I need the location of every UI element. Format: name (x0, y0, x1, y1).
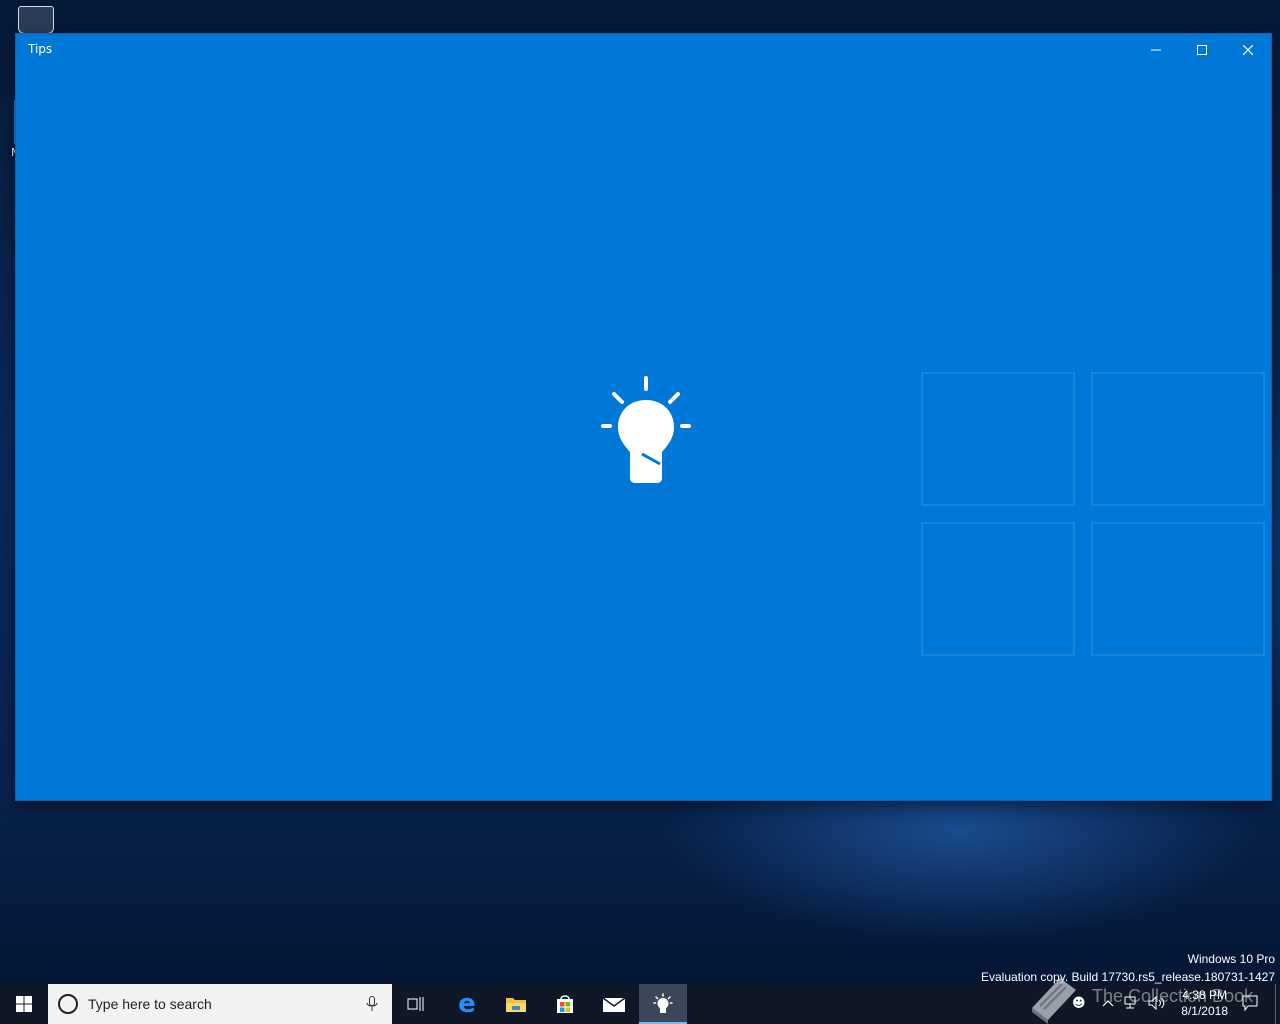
window-title: Tips (28, 42, 53, 56)
mail-icon (602, 997, 626, 1012)
book-logo-icon (1032, 978, 1076, 1024)
start-button[interactable] (0, 984, 48, 1024)
microphone-icon[interactable] (366, 996, 378, 1012)
taskbar-edge-button[interactable]: e (443, 984, 491, 1024)
close-button[interactable] (1225, 34, 1271, 66)
file-explorer-icon (506, 998, 526, 1012)
tips-window: Tips (16, 34, 1271, 800)
edge-icon: e (458, 989, 476, 1019)
close-icon (1243, 45, 1253, 55)
minimize-icon (1151, 49, 1161, 51)
minimize-button[interactable] (1133, 34, 1179, 66)
maximize-icon (1197, 45, 1207, 55)
task-view-icon (407, 997, 424, 1011)
taskbar-store-button[interactable] (541, 984, 589, 1024)
taskbar-tips-button[interactable] (639, 984, 687, 1024)
task-view-button[interactable] (392, 984, 440, 1024)
show-desktop-button[interactable] (1275, 984, 1280, 1024)
search-placeholder: Type here to search (88, 996, 212, 1012)
taskbar-mail-button[interactable] (590, 984, 638, 1024)
recycle-bin-icon (18, 6, 54, 34)
title-bar[interactable]: Tips (16, 34, 1271, 66)
store-icon (557, 995, 573, 1013)
background-windows-logo (901, 352, 1271, 682)
taskbar-file-explorer-button[interactable] (492, 984, 540, 1024)
cortana-icon (58, 994, 78, 1014)
search-box[interactable]: Type here to search (48, 984, 392, 1024)
overlay-brand-text: The Collection Book (1092, 986, 1254, 1006)
watermark-edition: Windows 10 Pro (1187, 952, 1275, 966)
tips-icon (653, 993, 673, 1013)
windows-logo-icon (16, 996, 32, 1012)
maximize-button[interactable] (1179, 34, 1225, 66)
taskbar: Type here to search e ☻ 4:38 PM 8/1/2018 (0, 984, 1280, 1024)
lightbulb-icon (601, 376, 691, 483)
